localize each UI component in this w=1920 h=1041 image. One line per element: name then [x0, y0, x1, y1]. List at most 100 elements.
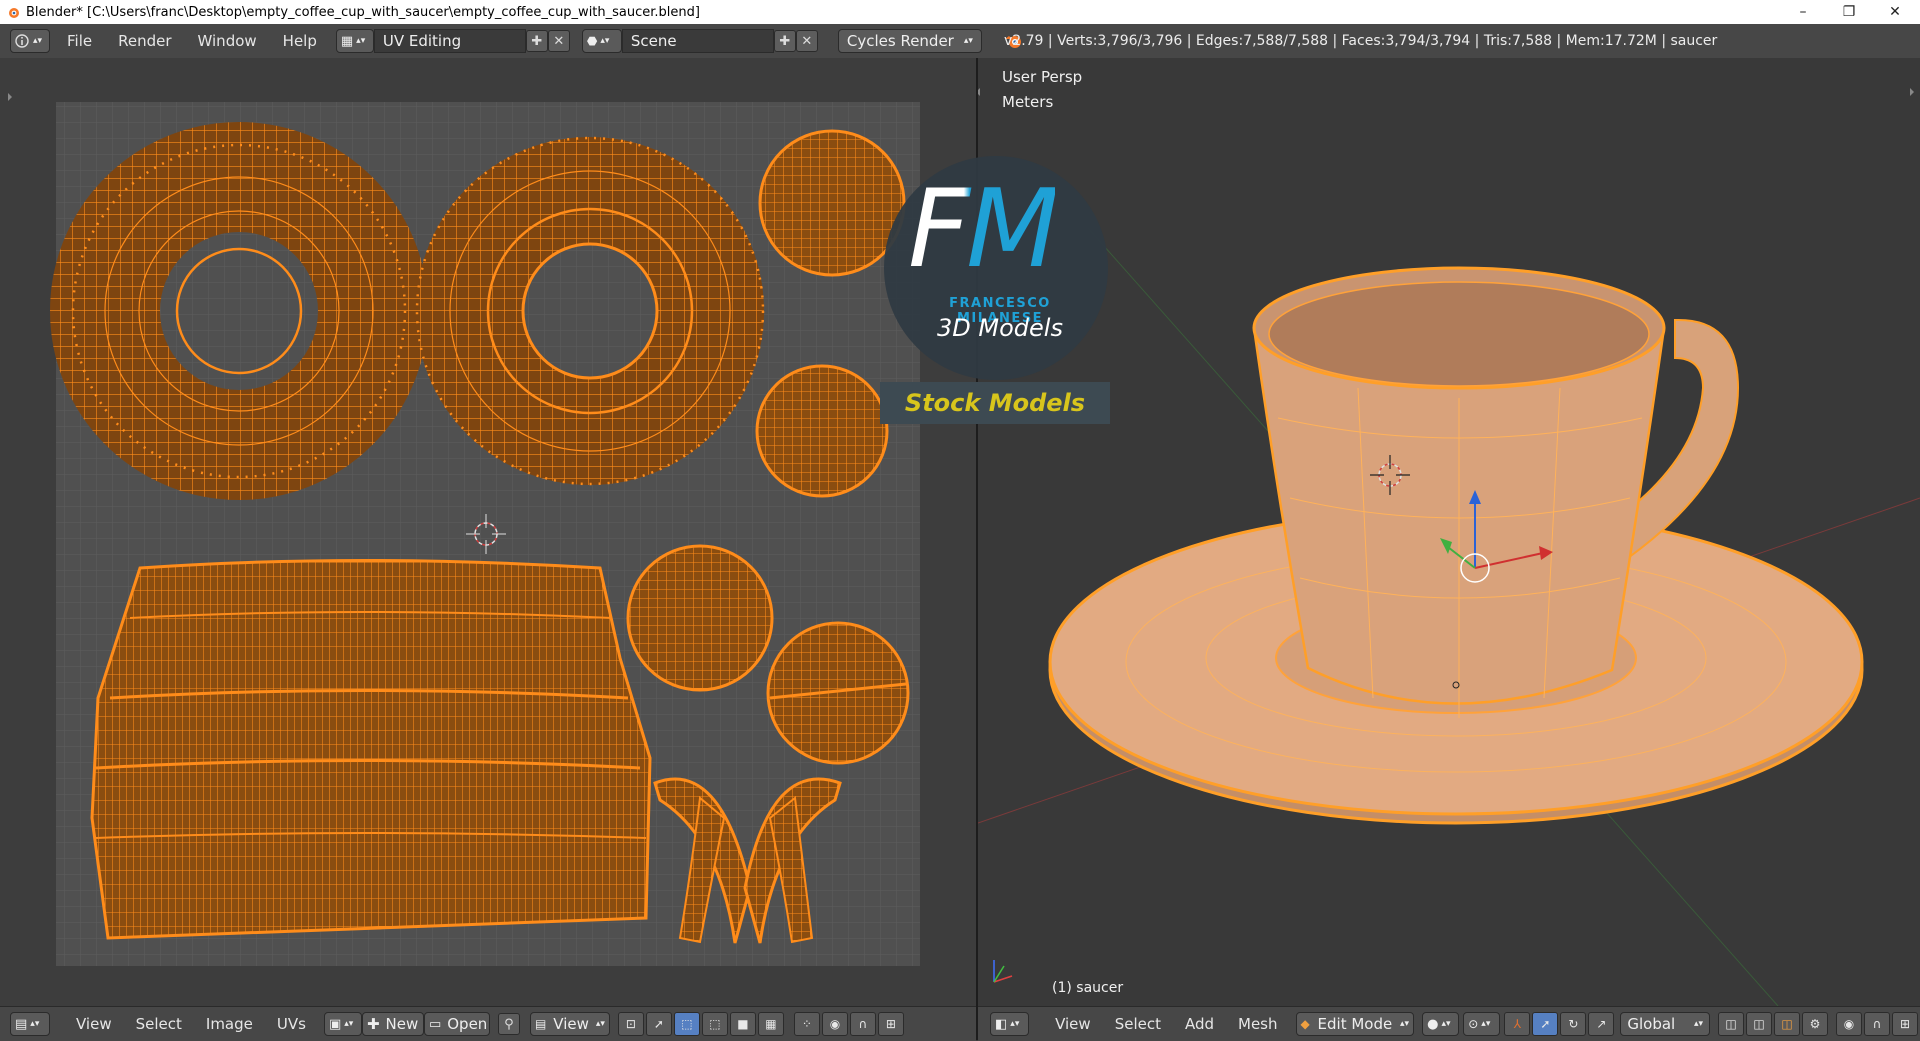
- fm-letters: FM: [908, 167, 1059, 292]
- snap-icon: ⊡: [625, 1017, 636, 1031]
- viewport-menu-add[interactable]: Add: [1173, 1015, 1226, 1033]
- image-browse[interactable]: ▣ ▴▾: [323, 1012, 362, 1036]
- viewport-menu-view[interactable]: View: [1043, 1015, 1103, 1033]
- chevron-updown-icon: ▴▾: [1481, 1019, 1491, 1029]
- new-image-button[interactable]: ✚ New: [361, 1012, 424, 1036]
- chevron-updown-icon: ▴▾: [344, 1019, 354, 1029]
- plus-icon: ✚: [531, 33, 543, 49]
- delete-screen-button[interactable]: ✕: [547, 30, 570, 52]
- render-engine-select[interactable]: Cycles Render ▴▾: [837, 29, 982, 53]
- snap-element-button[interactable]: ⊞: [1891, 1012, 1918, 1036]
- pivot-icon: ⊙: [1468, 1017, 1479, 1031]
- snap-button[interactable]: ∩: [1863, 1012, 1890, 1036]
- manipulator-toggle[interactable]: ⅄: [1504, 1012, 1531, 1036]
- proportional-edit-button[interactable]: ◉: [1835, 1012, 1862, 1036]
- uv-island-disc-lower-right[interactable]: [766, 621, 910, 765]
- delete-scene-button[interactable]: ✕: [795, 30, 818, 52]
- editor-type-selector[interactable]: ◧ ▴▾: [990, 1012, 1030, 1036]
- edge-mode-button[interactable]: ◫: [1745, 1012, 1772, 1036]
- face-mode-icon: ◫: [1781, 1017, 1793, 1031]
- 3d-viewport[interactable]: User Persp Meters (1) saucer: [976, 58, 1920, 1007]
- maximize-button[interactable]: ❐: [1826, 0, 1872, 24]
- vertex-mode-button[interactable]: ◫: [1717, 1012, 1744, 1036]
- interaction-mode-label: Edit Mode: [1317, 1015, 1393, 1033]
- minimize-button[interactable]: –: [1780, 0, 1826, 24]
- close-button[interactable]: ✕: [1872, 0, 1918, 24]
- editor-type-selector[interactable]: ▴▾: [10, 29, 50, 53]
- menu-render[interactable]: Render: [105, 32, 184, 50]
- view-mode-label: View: [553, 1015, 589, 1033]
- uv-menu-select[interactable]: Select: [124, 1015, 194, 1033]
- proportional-icon: ◉: [829, 1017, 841, 1031]
- panel-arrow-icon: [976, 88, 980, 96]
- chevron-updown-icon: ▴▾: [1441, 1019, 1451, 1029]
- uv-menu-view[interactable]: View: [64, 1015, 124, 1033]
- translate-manipulator[interactable]: ➚: [1532, 1012, 1559, 1036]
- proportional-edit-button[interactable]: ◉: [821, 1012, 848, 1036]
- close-icon: ✕: [553, 33, 565, 49]
- pin-icon: ⚲: [504, 1016, 514, 1032]
- uv-canvas[interactable]: [0, 58, 976, 1006]
- vertex-select-icon: ⬚: [681, 1017, 693, 1031]
- edit-mode-icon: ◆: [1300, 1017, 1310, 1031]
- uv-island-disc-middle-right[interactable]: [755, 364, 889, 498]
- new-image-label: New: [385, 1015, 419, 1033]
- snap-element-button[interactable]: ∩: [849, 1012, 876, 1036]
- transform-orientation-select[interactable]: Global ▴▾: [1620, 1012, 1710, 1036]
- uv-editor-header: ▤ ▴▾ View Select Image UVs ▣ ▴▾ ✚ New ▭ Open…: [0, 1006, 976, 1041]
- pivot-button[interactable]: ⁘: [793, 1012, 820, 1036]
- edge-select-icon: ⬚: [709, 1017, 721, 1031]
- pin-image-button[interactable]: ⚲: [497, 1013, 520, 1035]
- island-select-button[interactable]: ▦: [757, 1012, 784, 1036]
- face-select-button[interactable]: ■: [729, 1012, 756, 1036]
- scene-name[interactable]: Scene: [621, 29, 774, 53]
- menu-file[interactable]: File: [54, 32, 105, 50]
- open-image-button[interactable]: ▭ Open: [423, 1012, 490, 1036]
- edge-select-button[interactable]: ⬚: [701, 1012, 728, 1036]
- render-engine-label: Cycles Render: [846, 32, 954, 50]
- face-mode-button[interactable]: ◫: [1773, 1012, 1800, 1036]
- view-name-label: User Persp: [1002, 68, 1083, 86]
- scale-manipulator[interactable]: ↗: [1588, 1012, 1615, 1036]
- vertex-select-button[interactable]: ⬚: [673, 1012, 700, 1036]
- uv-island-disc-lower-left[interactable]: [626, 544, 774, 692]
- editor-type-selector[interactable]: ▤ ▴▾: [10, 1012, 50, 1036]
- screen-layout-name[interactable]: UV Editing: [373, 29, 526, 53]
- island-select-icon: ▦: [765, 1017, 777, 1031]
- panel-arrow-icon: [1910, 88, 1914, 96]
- select-mode-buttons: ◫ ◫ ◫ ⚙ ◉ ∩ ⊞: [1717, 1012, 1920, 1036]
- occlude-geometry-button[interactable]: ⚙: [1801, 1012, 1828, 1036]
- uv-image-editor[interactable]: [0, 58, 976, 1006]
- edge-mode-icon: ◫: [1753, 1017, 1765, 1031]
- uv-menu-uvs[interactable]: UVs: [265, 1015, 318, 1033]
- manipulator-icon: ⅄: [1513, 1017, 1522, 1031]
- viewport-menu-mesh[interactable]: Mesh: [1226, 1015, 1290, 1033]
- occlude-icon: ⚙: [1809, 1017, 1821, 1031]
- panel-arrow-icon: [8, 93, 12, 101]
- image-icon: ▣: [328, 1016, 342, 1032]
- chevron-updown-icon: ▴▾: [595, 1019, 605, 1029]
- layout-grid-icon: ▦: [340, 33, 354, 49]
- snap-button[interactable]: ⊡: [617, 1012, 644, 1036]
- uv-menu-image[interactable]: Image: [194, 1015, 265, 1033]
- viewport-canvas[interactable]: [976, 58, 1920, 1007]
- pivot-point-select[interactable]: ⊙ ▴▾: [1463, 1012, 1501, 1036]
- screen-layout-browse[interactable]: ▦ ▴▾: [335, 29, 374, 53]
- viewport-menu-select[interactable]: Select: [1103, 1015, 1173, 1033]
- add-screen-button[interactable]: ✚: [525, 30, 548, 52]
- face-select-icon: ■: [737, 1017, 749, 1031]
- chevron-updown-icon: ▴▾: [1010, 1019, 1020, 1029]
- uv-island-cup-body[interactable]: [90, 559, 652, 940]
- sticky-select-button[interactable]: ➚: [645, 1012, 672, 1036]
- rotate-manipulator[interactable]: ↻: [1560, 1012, 1587, 1036]
- plus-icon: ✚: [779, 33, 791, 49]
- view-mode-select[interactable]: ▤ View ▴▾: [529, 1012, 610, 1036]
- chevron-updown-icon: ▴▾: [356, 36, 366, 46]
- add-scene-button[interactable]: ✚: [773, 30, 796, 52]
- snap-target-button[interactable]: ⊞: [877, 1012, 904, 1036]
- interaction-mode-select[interactable]: ◆ Edit Mode ▴▾: [1295, 1012, 1415, 1036]
- menu-window[interactable]: Window: [185, 32, 270, 50]
- viewport-shading-select[interactable]: ● ▴▾: [1422, 1012, 1460, 1036]
- scene-browse[interactable]: ⬣ ▴▾: [581, 29, 622, 53]
- menu-help[interactable]: Help: [270, 32, 330, 50]
